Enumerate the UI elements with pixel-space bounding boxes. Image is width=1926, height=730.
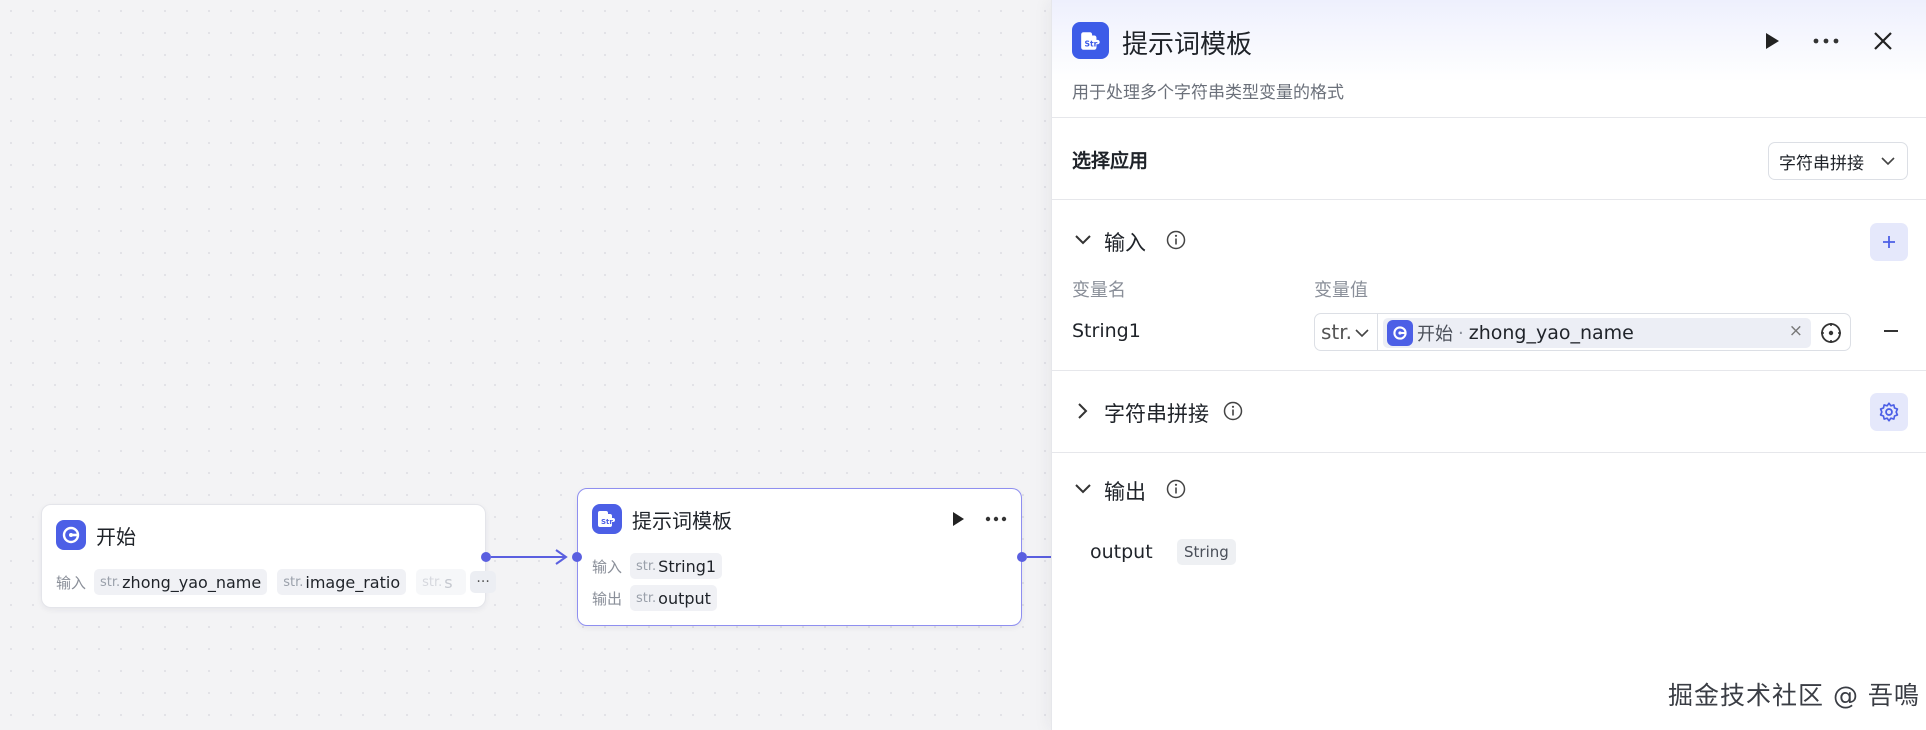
plus-icon (1883, 236, 1895, 248)
template-input-port[interactable] (572, 552, 582, 562)
play-icon (1766, 33, 1779, 49)
template-output-chip: str. output (630, 585, 717, 611)
chevron-down-icon (1881, 157, 1895, 166)
template-input-label: 输入 (592, 557, 623, 576)
output-variable-name: output (1090, 541, 1153, 563)
expand-concat-toggle[interactable] (1072, 400, 1094, 422)
template-node[interactable]: Str 提示词模板 输入 str. String1 输出 str. output (577, 488, 1022, 626)
template-node-header: Str 提示词模板 (592, 503, 1007, 535)
start-input-chip-faded: str. s (416, 569, 467, 595)
str-icon: Str (1072, 22, 1109, 59)
template-output-label: 输出 (592, 589, 623, 608)
clear-reference-button[interactable]: × (1789, 321, 1803, 341)
collapse-output-toggle[interactable] (1072, 478, 1094, 500)
more-button[interactable] (1811, 26, 1841, 56)
start-input-chip: str. zhong_yao_name (94, 569, 268, 595)
close-icon (1874, 32, 1892, 50)
start-output-port[interactable] (481, 552, 491, 562)
concat-section: 字符串拼接 (1052, 371, 1926, 453)
concat-settings-button[interactable] (1870, 393, 1908, 431)
info-icon[interactable] (1166, 479, 1186, 499)
run-icon[interactable] (951, 511, 965, 527)
template-input-chip: str. String1 (630, 553, 723, 579)
start-icon (56, 520, 86, 550)
reference-picker-icon[interactable] (1820, 322, 1842, 344)
template-node-input-row: 输入 str. String1 (592, 553, 732, 579)
svg-text:Str: Str (601, 518, 613, 526)
info-icon[interactable] (1223, 401, 1243, 421)
panel-description: 用于处理多个字符串类型变量的格式 (1072, 83, 1344, 103)
info-icon[interactable] (1166, 230, 1186, 250)
start-node-title: 开始 (96, 524, 136, 549)
panel-header: Str 提示词模板 用于处理多个字符串类型变量的格式 (1052, 0, 1926, 118)
more-icon[interactable] (985, 516, 1007, 522)
variable-value-field[interactable]: 开始 · zhong_yao_name × (1378, 313, 1851, 351)
node-config-panel: Str 提示词模板 用于处理多个字符串类型变量的格式 选择应用 字符串拼接 输入… (1051, 0, 1926, 730)
concat-section-title: 字符串拼接 (1104, 402, 1209, 426)
close-button[interactable] (1868, 26, 1898, 56)
variable-value-header: 变量值 (1314, 280, 1368, 301)
start-input-chip: str. image_ratio (277, 569, 407, 595)
input-section-title: 输入 (1104, 231, 1146, 255)
start-node[interactable]: 开始 输入 str. zhong_yao_name str. image_rat… (41, 504, 497, 608)
chevron-down-icon (1075, 235, 1091, 245)
select-app-label: 选择应用 (1072, 150, 1149, 172)
reference-separator: · (1458, 322, 1464, 344)
start-node-inputs: 输入 str. zhong_yao_name str. image_ratio … (56, 569, 497, 595)
start-node-header: 开始 (56, 519, 471, 551)
app-select[interactable]: 字符串拼接 (1768, 142, 1908, 180)
panel-title: 提示词模板 (1122, 30, 1253, 60)
add-input-button[interactable] (1870, 223, 1908, 261)
template-node-title: 提示词模板 (632, 508, 732, 533)
chevron-down-icon (1075, 484, 1091, 494)
variable-name-header: 变量名 (1072, 280, 1126, 301)
remove-input-button[interactable] (1884, 330, 1898, 332)
run-button[interactable] (1757, 26, 1787, 56)
reference-variable: zhong_yao_name (1468, 322, 1634, 344)
str-icon: Str (592, 504, 622, 534)
reference-source: 开始 (1417, 324, 1453, 345)
gear-icon (1879, 402, 1899, 422)
start-input-label: 输入 (56, 573, 87, 592)
variable-reference-chip[interactable]: 开始 · zhong_yao_name × (1383, 318, 1811, 348)
watermark: 掘金技术社区 @ 吾鳴 (1668, 681, 1920, 710)
chevron-down-icon (1355, 329, 1369, 338)
start-icon (1387, 320, 1413, 346)
collapse-input-toggle[interactable] (1072, 229, 1094, 251)
template-node-output-row: 输出 str. output (592, 585, 727, 611)
output-section-title: 输出 (1104, 480, 1146, 504)
svg-text:Str: Str (1084, 39, 1097, 48)
app-select-value: 字符串拼接 (1779, 153, 1864, 174)
template-node-actions (951, 511, 1007, 527)
variable-type-select[interactable]: str. (1314, 313, 1378, 351)
input-variable-name[interactable]: String1 (1072, 320, 1141, 342)
output-type-badge: String (1177, 539, 1236, 565)
chevron-right-icon (1078, 403, 1088, 419)
more-icon (1813, 38, 1839, 44)
template-output-port[interactable] (1017, 552, 1027, 562)
more-inputs-button[interactable]: ··· (470, 571, 497, 593)
